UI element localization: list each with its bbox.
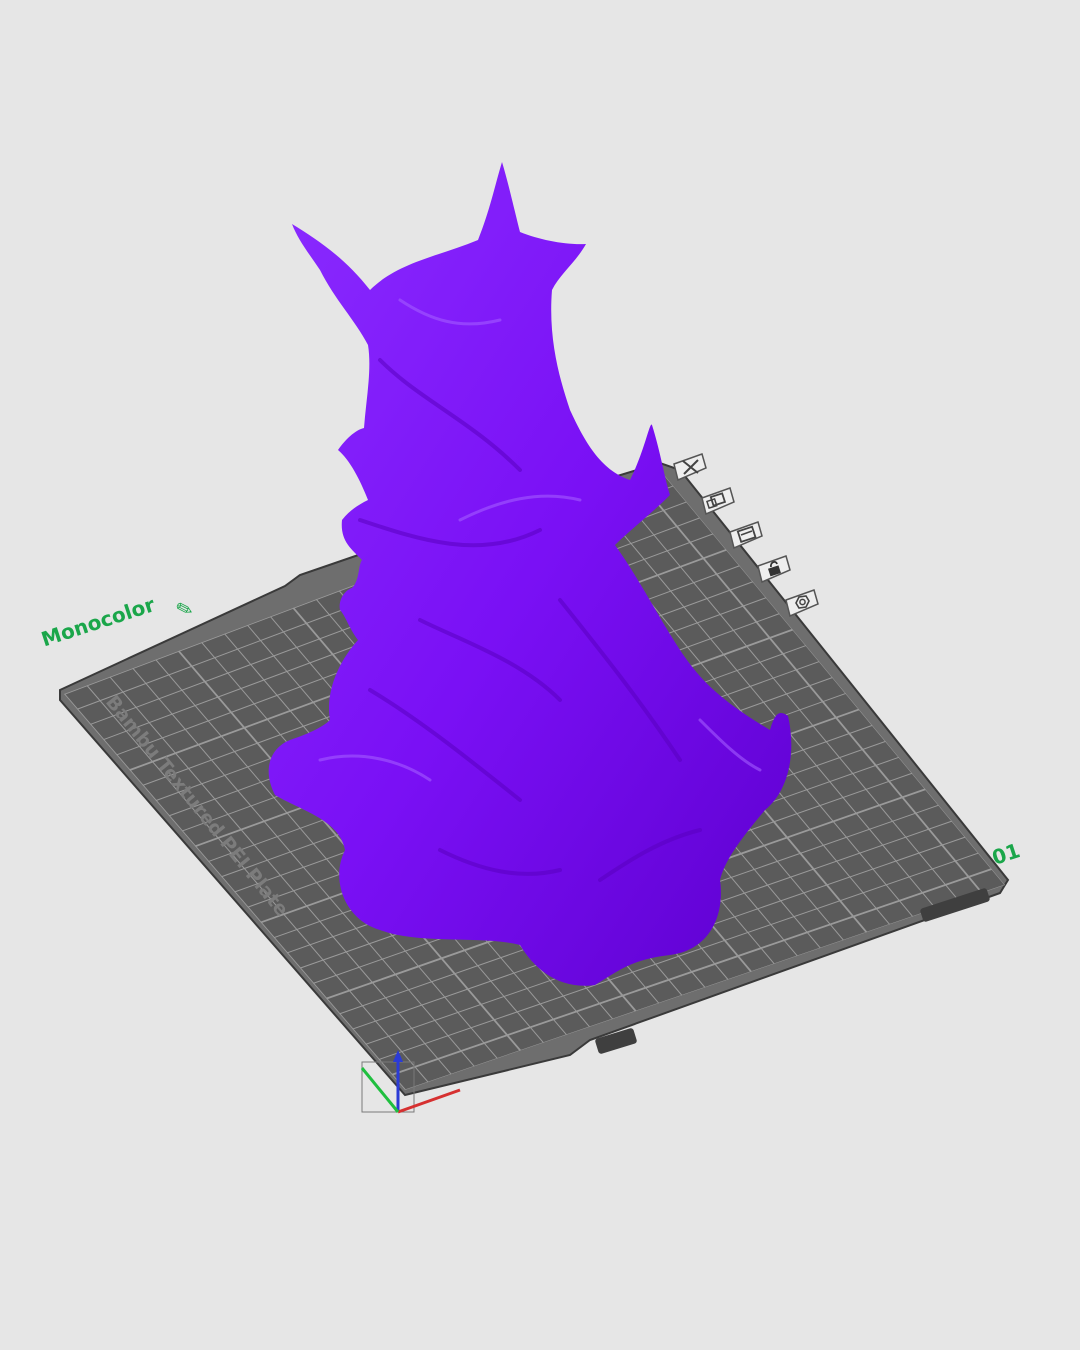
3d-viewport[interactable]: Bambu Textured PEI Plate bbox=[0, 0, 1080, 1350]
settings-icon[interactable] bbox=[784, 588, 820, 618]
close-icon[interactable] bbox=[672, 452, 708, 482]
lock-icon[interactable] bbox=[756, 554, 792, 584]
arrange-icon[interactable] bbox=[700, 486, 736, 516]
layout-icon[interactable] bbox=[728, 520, 764, 550]
